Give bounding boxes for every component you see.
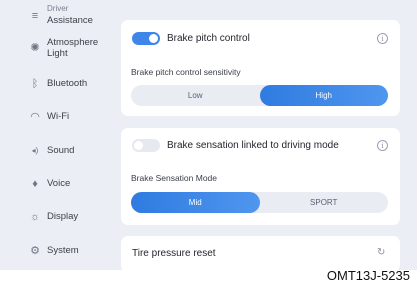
sidebar-item-label: Display — [47, 211, 79, 222]
sidebar-item-sound[interactable]: ◂) Sound — [0, 143, 112, 159]
sidebar-item-assistance[interactable]: Driver ≡ Assistance — [0, 4, 112, 29]
sidebar-item-atmosphere-light[interactable]: ✺ Atmosphere Light — [0, 36, 112, 60]
sidebar-item-label: Bluetooth — [47, 78, 88, 89]
mode-option-sport[interactable]: SPORT — [260, 192, 389, 213]
sidebar-item-voice[interactable]: ♦ Voice — [0, 176, 112, 192]
refresh-icon[interactable]: ↻ — [377, 247, 385, 258]
figure-caption: OMT13J-5235 — [326, 268, 410, 283]
bluetooth-icon: ᛒ — [31, 77, 39, 90]
settings-sidebar: Driver ≡ Assistance ✺ Atmosphere Light ᛒ… — [0, 0, 112, 270]
sound-icon: ◂) — [31, 146, 39, 155]
brake-pitch-card: Brake pitch control i Brake pitch contro… — [121, 20, 400, 116]
sidebar-item-system[interactable]: ⚙ System — [0, 243, 112, 259]
sidebar-peek-label: Driver — [47, 4, 69, 13]
sidebar-item-label: System — [47, 245, 79, 256]
brake-sensation-title: Brake sensation linked to driving mode — [167, 140, 339, 151]
sidebar-item-label: Assistance — [47, 15, 93, 26]
sidebar-item-label: Atmosphere Light — [47, 37, 99, 59]
settings-content: Brake pitch control i Brake pitch contro… — [121, 0, 410, 270]
sidebar-item-bluetooth[interactable]: ᛒ Bluetooth — [0, 76, 112, 92]
brake-sensation-toggle[interactable] — [132, 139, 160, 152]
sidebar-item-label: Voice — [47, 178, 71, 189]
sensitivity-option-low[interactable]: Low — [131, 85, 260, 106]
settings-screen: Driver ≡ Assistance ✺ Atmosphere Light ᛒ… — [0, 0, 417, 270]
sidebar-item-label: Sound — [47, 145, 75, 156]
voice-icon: ♦ — [32, 177, 38, 190]
brake-sensation-mode-selector: Mid SPORT — [131, 192, 388, 213]
sidebar-item-label: Wi-Fi — [47, 111, 70, 122]
brake-pitch-sensitivity-selector: Low High — [131, 85, 388, 106]
atmosphere-light-icon: ✺ — [30, 41, 40, 54]
tire-pressure-card[interactable]: Tire pressure reset ↻ — [121, 236, 400, 270]
display-icon: ☼ — [29, 210, 41, 223]
brake-sensation-card: Brake sensation linked to driving mode i… — [121, 128, 400, 225]
assistance-icon: ≡ — [31, 9, 39, 22]
info-icon[interactable]: i — [377, 140, 388, 151]
system-icon: ⚙ — [30, 244, 40, 257]
info-icon[interactable]: i — [377, 33, 388, 44]
sensitivity-option-high[interactable]: High — [259, 85, 388, 106]
brake-pitch-title: Brake pitch control — [167, 33, 250, 44]
sidebar-item-display[interactable]: ☼ Display — [0, 209, 112, 225]
brake-pitch-toggle[interactable] — [132, 32, 160, 45]
brake-pitch-sensitivity-label: Brake pitch control sensitivity — [131, 67, 241, 77]
toggle-knob — [149, 34, 158, 43]
tire-pressure-title: Tire pressure reset — [132, 248, 216, 259]
mode-option-mid[interactable]: Mid — [131, 192, 260, 213]
sidebar-item-wifi[interactable]: ◠ Wi-Fi — [0, 109, 112, 125]
wifi-icon: ◠ — [30, 110, 40, 123]
toggle-knob — [134, 141, 143, 150]
brake-sensation-mode-label: Brake Sensation Mode — [131, 173, 217, 183]
